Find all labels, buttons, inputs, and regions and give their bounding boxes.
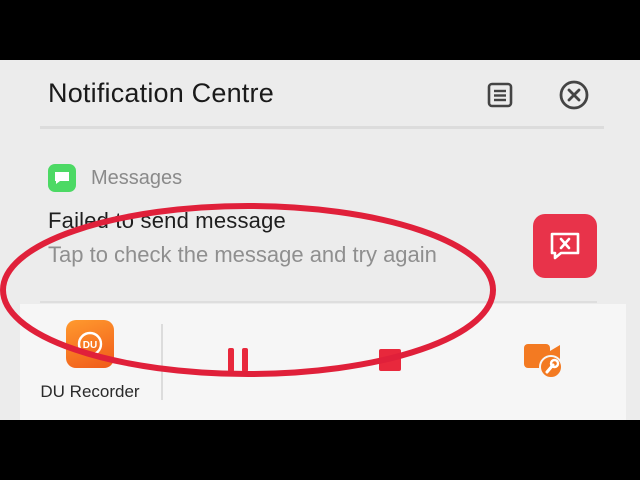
header-divider: [40, 126, 604, 129]
manage-notifications-icon: [487, 82, 513, 108]
camera-tools-button[interactable]: [520, 338, 568, 382]
message-error-action-button[interactable]: [533, 214, 597, 278]
notification-centre-panel: Notification Centre Messages Failed to s…: [0, 60, 640, 420]
notification-body: Tap to check the message and try again: [48, 242, 437, 267]
notification-title: Failed to send message: [48, 208, 286, 233]
page-title: Notification Centre: [48, 78, 274, 108]
du-recorder-notification: DU DU Recorder: [20, 304, 626, 420]
du-recorder-logo-icon[interactable]: DU: [66, 320, 114, 368]
close-circle-icon: [559, 80, 589, 110]
close-button[interactable]: [557, 78, 591, 112]
stop-icon: [379, 349, 401, 371]
recorder-separator: [161, 324, 163, 400]
manage-notifications-button[interactable]: [483, 78, 517, 112]
pause-button[interactable]: [220, 342, 256, 378]
messages-bubble-icon: [48, 164, 76, 192]
message-error-icon: [550, 232, 580, 260]
stop-button[interactable]: [372, 342, 408, 378]
pause-icon: [228, 348, 248, 372]
du-recorder-label: DU Recorder: [40, 382, 140, 401]
camera-tools-icon: [524, 344, 563, 379]
notification-app-row: Messages: [48, 164, 182, 192]
notification-app-name: Messages: [91, 166, 183, 189]
header: Notification Centre: [0, 60, 640, 129]
notification-divider: [40, 301, 597, 303]
svg-text:DU: DU: [83, 340, 97, 351]
notification-card[interactable]: Messages Failed to send message Tap to c…: [0, 130, 640, 300]
